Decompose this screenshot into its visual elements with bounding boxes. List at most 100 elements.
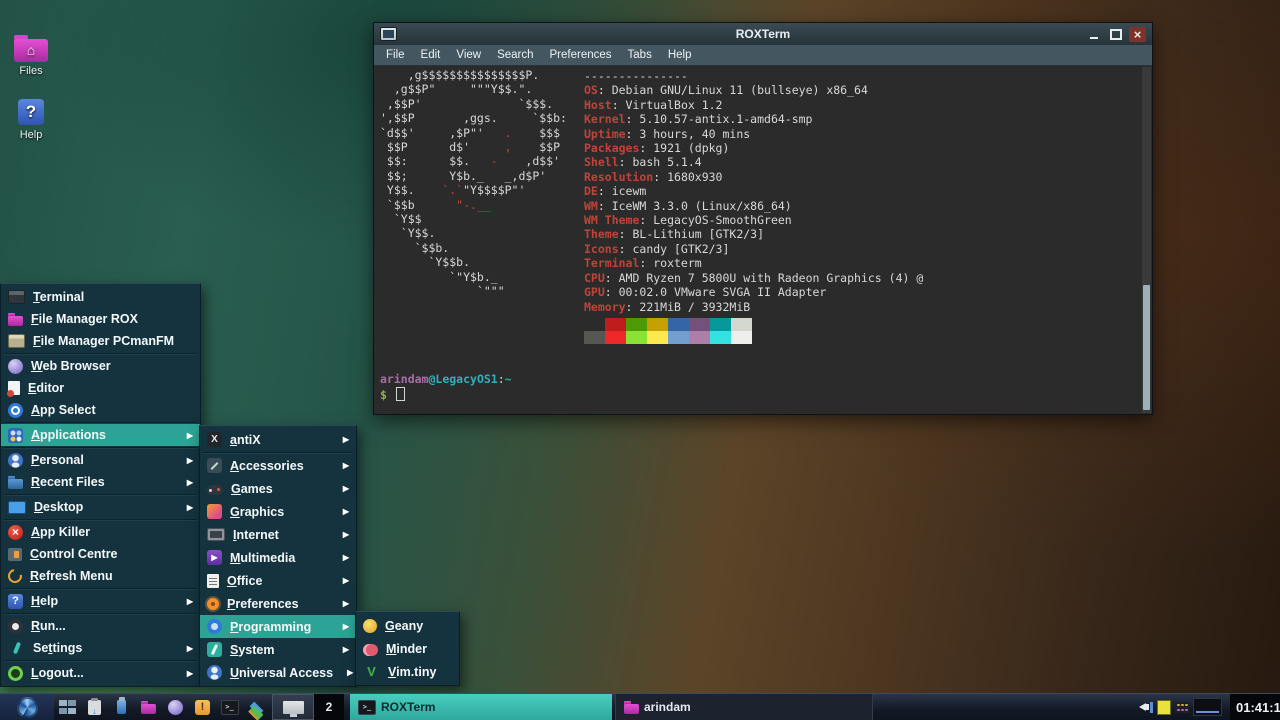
rox-filer-button[interactable]	[135, 694, 162, 720]
package-alert-button[interactable]	[189, 694, 216, 720]
submenu-item-accessories[interactable]: Accessories▶	[200, 454, 356, 477]
submenu-item-games[interactable]: Games▶	[200, 477, 356, 500]
menu-item-label: App Killer	[31, 525, 90, 539]
submenu-item-universal-access[interactable]: Universal Access▶	[200, 661, 356, 684]
menu-item-label: Help	[31, 594, 58, 608]
window-tiles-button[interactable]	[54, 694, 81, 720]
menu-item-label: Run...	[31, 619, 66, 633]
submenu-arrow-icon: ▶	[181, 644, 193, 653]
menu-item-label: Multimedia	[230, 551, 295, 565]
app-menu-button[interactable]	[0, 694, 54, 720]
submenu-arrow-icon: ▶	[181, 503, 193, 512]
submenu-item-minder[interactable]: Minder	[356, 637, 459, 660]
menu-separator	[4, 422, 197, 423]
submenu-item-system[interactable]: System▶	[200, 638, 356, 661]
submenu-item-preferences[interactable]: Preferences ▶	[200, 592, 356, 615]
menu-item-applications[interactable]: Applications▶	[1, 424, 200, 446]
web-browser-button[interactable]	[162, 694, 189, 720]
submenu-item-graphics[interactable]: Graphics▶	[200, 500, 356, 523]
battery-indicator-icon[interactable]	[1157, 700, 1171, 715]
menu-item-label: antiX	[230, 433, 261, 447]
logout-icon	[8, 666, 23, 681]
workspace-1-button[interactable]	[272, 694, 314, 720]
close-button[interactable]	[1129, 27, 1146, 42]
menu-item-recent-files[interactable]: Recent Files▶	[1, 471, 200, 493]
terminal-menu-preferences[interactable]: Preferences	[542, 49, 620, 61]
volume-icon[interactable]	[1135, 703, 1146, 711]
keyboard-indicator-icon[interactable]	[1175, 702, 1189, 713]
scrollbar[interactable]	[1142, 67, 1151, 413]
desktop-icon-files[interactable]: Files	[2, 34, 60, 77]
workspace-2-button[interactable]: 2	[314, 694, 344, 720]
submenu-arrow-icon: ▶	[337, 645, 349, 654]
minimize-button[interactable]	[1085, 27, 1102, 42]
appkiller-icon	[8, 525, 23, 540]
menu-item-control-centre[interactable]: Control Centre	[1, 543, 200, 565]
submenu-item-office[interactable]: Office▶	[200, 569, 356, 592]
shell-prompt-line[interactable]: $	[380, 387, 405, 402]
terminal-content[interactable]: ,g$$$$$$$$$$$$$$$P. ,g$$P" """Y$$.". ,$$…	[374, 66, 1152, 414]
task-arindam[interactable]: arindam	[615, 694, 873, 720]
titlebar[interactable]: ROXTerm	[374, 23, 1152, 45]
applications-submenu: antiX▶Accessories▶Games▶Graphics▶Interne…	[199, 425, 357, 687]
graphics-icon	[207, 504, 222, 519]
terminal-menu-tabs[interactable]: Tabs	[620, 49, 660, 61]
menu-item-label: Geany	[385, 619, 423, 633]
web-icon	[168, 700, 183, 715]
clipboard-button[interactable]	[81, 694, 108, 720]
terminal-menu-help[interactable]: Help	[660, 49, 700, 61]
palette-swatch	[584, 318, 605, 331]
maximize-button[interactable]	[1107, 27, 1124, 42]
usb-drive-button[interactable]	[108, 694, 135, 720]
menu-item-help[interactable]: Help▶	[1, 590, 200, 612]
desktop-icon-help[interactable]: Help	[2, 96, 60, 141]
submenu-arrow-icon: ▶	[181, 669, 193, 678]
submenu-item-antix[interactable]: antiX▶	[200, 428, 356, 451]
menu-item-editor[interactable]: Editor	[1, 377, 200, 399]
terminal-menu-view[interactable]: View	[448, 49, 489, 61]
clock[interactable]: 01:41:16 PM	[1230, 694, 1280, 720]
menu-item-file-manager-rox[interactable]: File Manager ROX	[1, 308, 200, 330]
menu-item-label: Desktop	[34, 500, 83, 514]
menu-item-refresh-menu[interactable]: Refresh Menu	[1, 565, 200, 587]
submenu-item-vim-tiny[interactable]: Vim.tiny	[356, 660, 459, 683]
indicator-bar-icon[interactable]	[1150, 702, 1153, 713]
submenu-item-multimedia[interactable]: Multimedia▶	[200, 546, 356, 569]
menu-item-label: Preferences	[227, 597, 299, 611]
terminal-icon	[8, 290, 25, 304]
termdark-icon	[221, 700, 239, 715]
submenu-item-internet[interactable]: Internet▶	[200, 523, 356, 546]
desktop-layers-button[interactable]	[243, 694, 270, 720]
desktop-icon-label: Files	[2, 65, 60, 77]
terminal-menu-file[interactable]: File	[378, 49, 413, 61]
menu-item-web-browser[interactable]: Web Browser	[1, 355, 200, 377]
tiles-icon	[59, 700, 76, 714]
submenu-item-programming[interactable]: Programming▶	[200, 615, 356, 638]
terminal-cursor	[396, 387, 405, 401]
submenu-item-geany[interactable]: Geany	[356, 614, 459, 637]
task-roxterm[interactable]: ROXTerm	[350, 694, 612, 720]
menu-item-file-manager-pcmanfm[interactable]: File Manager PCmanFM	[1, 330, 200, 352]
menu-item-desktop[interactable]: Desktop ▶	[1, 496, 200, 518]
neofetch-ascii-art: ,g$$$$$$$$$$$$$$$P. ,g$$P" """Y$$.". ,$$…	[380, 68, 567, 299]
menu-item-app-killer[interactable]: App Killer	[1, 521, 200, 543]
terminal-launcher-button[interactable]	[216, 694, 243, 720]
terminal-menu-search[interactable]: Search	[489, 49, 541, 61]
palette-swatch	[731, 318, 752, 331]
palette-swatch	[668, 318, 689, 331]
submenu-arrow-icon: ▶	[337, 599, 349, 608]
menu-separator	[203, 452, 353, 453]
terminal-menu-edit[interactable]: Edit	[413, 49, 449, 61]
menu-item-terminal[interactable]: Terminal	[1, 286, 200, 308]
menu-item-settings[interactable]: Settings▶	[1, 637, 200, 659]
palette-swatch	[605, 318, 626, 331]
scrollbar-thumb[interactable]	[1143, 285, 1150, 410]
menu-separator	[4, 613, 197, 614]
menu-item-logout[interactable]: Logout... ▶	[1, 662, 200, 684]
menu-item-run[interactable]: Run...	[1, 615, 200, 637]
menu-item-personal[interactable]: Personal▶	[1, 449, 200, 471]
menu-item-label: Logout...	[31, 666, 84, 680]
terminal-menubar: FileEditViewSearchPreferencesTabsHelp	[374, 45, 1152, 66]
menu-item-app-select[interactable]: App Select	[1, 399, 200, 421]
network-monitor-icon[interactable]	[1193, 698, 1222, 716]
